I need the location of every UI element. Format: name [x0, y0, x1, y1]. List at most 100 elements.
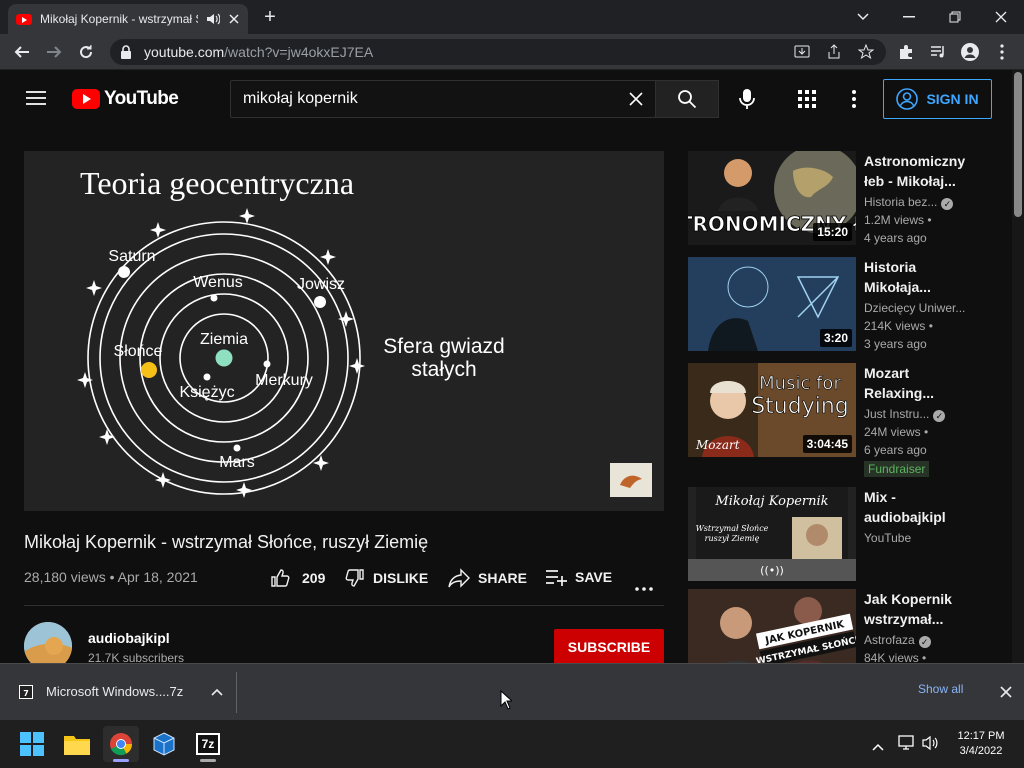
subscribe-button[interactable]: SUBSCRIBE: [554, 629, 664, 665]
chevron-up-icon[interactable]: [211, 688, 223, 696]
thumb-signature: Mozart: [695, 438, 740, 452]
recommended-video[interactable]: ASTRONOMICZNY ŁEB 15:20 Astronomiczny łe…: [688, 151, 1008, 247]
profile-avatar-icon[interactable]: [956, 38, 984, 66]
recommended-views: 1.2M views •: [864, 213, 932, 227]
open-app-indicator: [200, 759, 216, 762]
sign-in-button[interactable]: SIGN IN: [883, 79, 992, 119]
duration-badge: 15:20: [813, 223, 852, 241]
search-query: mikołaj kopernik: [243, 90, 358, 107]
bookmark-star-icon[interactable]: [852, 38, 880, 66]
label-moon: Księżyc: [179, 384, 234, 401]
address-bar[interactable]: youtube.com/watch?v=jw4okxEJ7EA: [110, 39, 886, 65]
media-queue-icon[interactable]: [924, 38, 952, 66]
dislike-button[interactable]: DISLIKE: [345, 568, 428, 588]
install-app-icon[interactable]: [788, 38, 816, 66]
show-all-downloads-button[interactable]: Show all: [918, 682, 963, 696]
chrome-taskbar-icon[interactable]: [103, 726, 139, 762]
7zip-label: 7z: [196, 733, 220, 755]
forward-arrow-icon[interactable]: [40, 38, 68, 66]
volume-icon[interactable]: [922, 735, 940, 756]
download-item[interactable]: 7 Microsoft Windows....7z: [0, 663, 236, 720]
url-host: youtube.com: [144, 44, 225, 60]
frame-heading: Teoria geocentryczna: [80, 165, 354, 201]
recommended-views: 24M views •: [864, 425, 929, 439]
more-actions-icon[interactable]: [635, 578, 653, 596]
like-button[interactable]: 209: [270, 568, 325, 588]
tab-title: Mikołaj Kopernik - wstrzymał Słońce, rus…: [40, 12, 198, 26]
hamburger-menu-icon[interactable]: [26, 90, 46, 111]
recommended-title[interactable]: Historia Mikołaja...: [864, 257, 968, 297]
recommended-channel: YouTube: [864, 531, 912, 545]
lock-icon[interactable]: [120, 45, 132, 59]
recommended-age: 6 years ago: [864, 443, 927, 457]
video-thumbnail[interactable]: Mikołaj Kopernik Wstrzymał Słońce ruszył…: [688, 487, 856, 581]
url-path: /watch?v=jw4okxEJ7EA: [224, 44, 374, 60]
new-tab-button[interactable]: +: [258, 5, 282, 29]
thumb-subtitle-2: ruszył Ziemię: [705, 534, 760, 543]
video-thumbnail[interactable]: ASTRONOMICZNY ŁEB 15:20: [688, 151, 856, 245]
label-jupiter: Jowisz: [297, 276, 345, 293]
recommended-video[interactable]: Music for Studying Mozart 3:04:45 Mozart…: [688, 363, 1008, 477]
svg-text:7: 7: [23, 689, 29, 698]
like-count: 209: [302, 570, 326, 586]
virtualbox-icon[interactable]: [146, 726, 182, 762]
settings-more-icon[interactable]: [852, 90, 856, 113]
network-icon[interactable]: [898, 735, 916, 756]
extensions-puzzle-icon[interactable]: [892, 38, 920, 66]
recommended-mix[interactable]: Mikołaj Kopernik Wstrzymał Słońce ruszył…: [688, 487, 1008, 583]
7zip-app-icon[interactable]: 7z: [190, 726, 226, 762]
mouse-cursor-icon: [500, 690, 512, 710]
recommended-title[interactable]: Mix - audiobajkipl: [864, 487, 968, 527]
apps-grid-icon[interactable]: [798, 90, 816, 113]
channel-name[interactable]: audiobajkipl: [88, 630, 170, 646]
recommended-video[interactable]: 3:20 Historia Mikołaja... Dziecięcy Uniw…: [688, 257, 1008, 353]
verified-check-icon: ✓: [933, 410, 946, 422]
recommended-title[interactable]: Astronomiczny łeb - Mikołaj...: [864, 151, 968, 191]
video-player[interactable]: Teoria geocentryczna Ziemia Księżyc Merk…: [24, 151, 664, 511]
upload-date: Apr 18, 2021: [117, 569, 198, 585]
search-button[interactable]: [655, 80, 719, 118]
mix-radio-icon: ((•)): [760, 564, 784, 577]
thumbs-up-icon: [271, 569, 290, 587]
share-button[interactable]: SHARE: [448, 568, 527, 588]
channel-label: Just Instru...: [864, 407, 930, 421]
video-thumbnail[interactable]: Music for Studying Mozart 3:04:45: [688, 363, 856, 457]
account-circle-icon: [896, 88, 919, 110]
7z-archive-icon: 7: [19, 684, 33, 699]
video-frame-geocentric-diagram: Teoria geocentryczna Ziemia Księżyc Merk…: [77, 165, 652, 498]
close-window-icon[interactable]: [978, 0, 1024, 34]
share-page-icon[interactable]: [820, 38, 848, 66]
close-tab-icon[interactable]: [228, 13, 240, 25]
video-meta: 28,180 views • Apr 18, 2021: [24, 569, 198, 585]
reload-icon[interactable]: [72, 38, 100, 66]
label-star-sphere-line2: stałych: [411, 358, 476, 381]
close-shelf-icon[interactable]: [1000, 685, 1012, 703]
video-thumbnail[interactable]: 3:20: [688, 257, 856, 351]
windows-start-icon[interactable]: [14, 726, 50, 762]
download-file-name: Microsoft Windows....7z: [46, 684, 184, 699]
recommended-title[interactable]: Mozart Relaxing...: [864, 363, 968, 403]
system-clock[interactable]: 12:17 PM 3/4/2022: [948, 729, 1014, 759]
browser-menu-icon[interactable]: [988, 38, 1016, 66]
tray-chevron-up-icon[interactable]: [872, 738, 884, 756]
video-title: Mikołaj Kopernik - wstrzymał Słońce, rus…: [24, 532, 429, 552]
scrollbar-thumb[interactable]: [1014, 72, 1022, 217]
audio-playing-icon[interactable]: [206, 12, 220, 26]
verified-check-icon: ✓: [941, 198, 954, 210]
search-input[interactable]: mikołaj kopernik: [230, 80, 656, 118]
browser-tab-active[interactable]: Mikołaj Kopernik - wstrzymał Słońce, rus…: [8, 4, 248, 34]
restore-window-icon[interactable]: [932, 0, 978, 34]
share-label: SHARE: [478, 570, 528, 586]
back-arrow-icon[interactable]: [8, 38, 36, 66]
youtube-play-logo-icon: [72, 89, 100, 109]
label-venus: Wenus: [193, 274, 243, 291]
label-star-sphere-line1: Sfera gwiazd: [383, 335, 504, 358]
tab-search-icon[interactable]: [840, 0, 886, 34]
youtube-logo[interactable]: YouTube: [72, 88, 179, 110]
voice-search-mic-icon[interactable]: [739, 88, 755, 115]
clear-search-icon[interactable]: [628, 91, 644, 112]
file-explorer-icon[interactable]: [59, 726, 95, 762]
recommended-title[interactable]: Jak Kopernik wstrzymał...: [864, 589, 968, 629]
minimize-window-icon[interactable]: [886, 0, 932, 34]
save-button[interactable]: SAVE: [545, 568, 612, 586]
